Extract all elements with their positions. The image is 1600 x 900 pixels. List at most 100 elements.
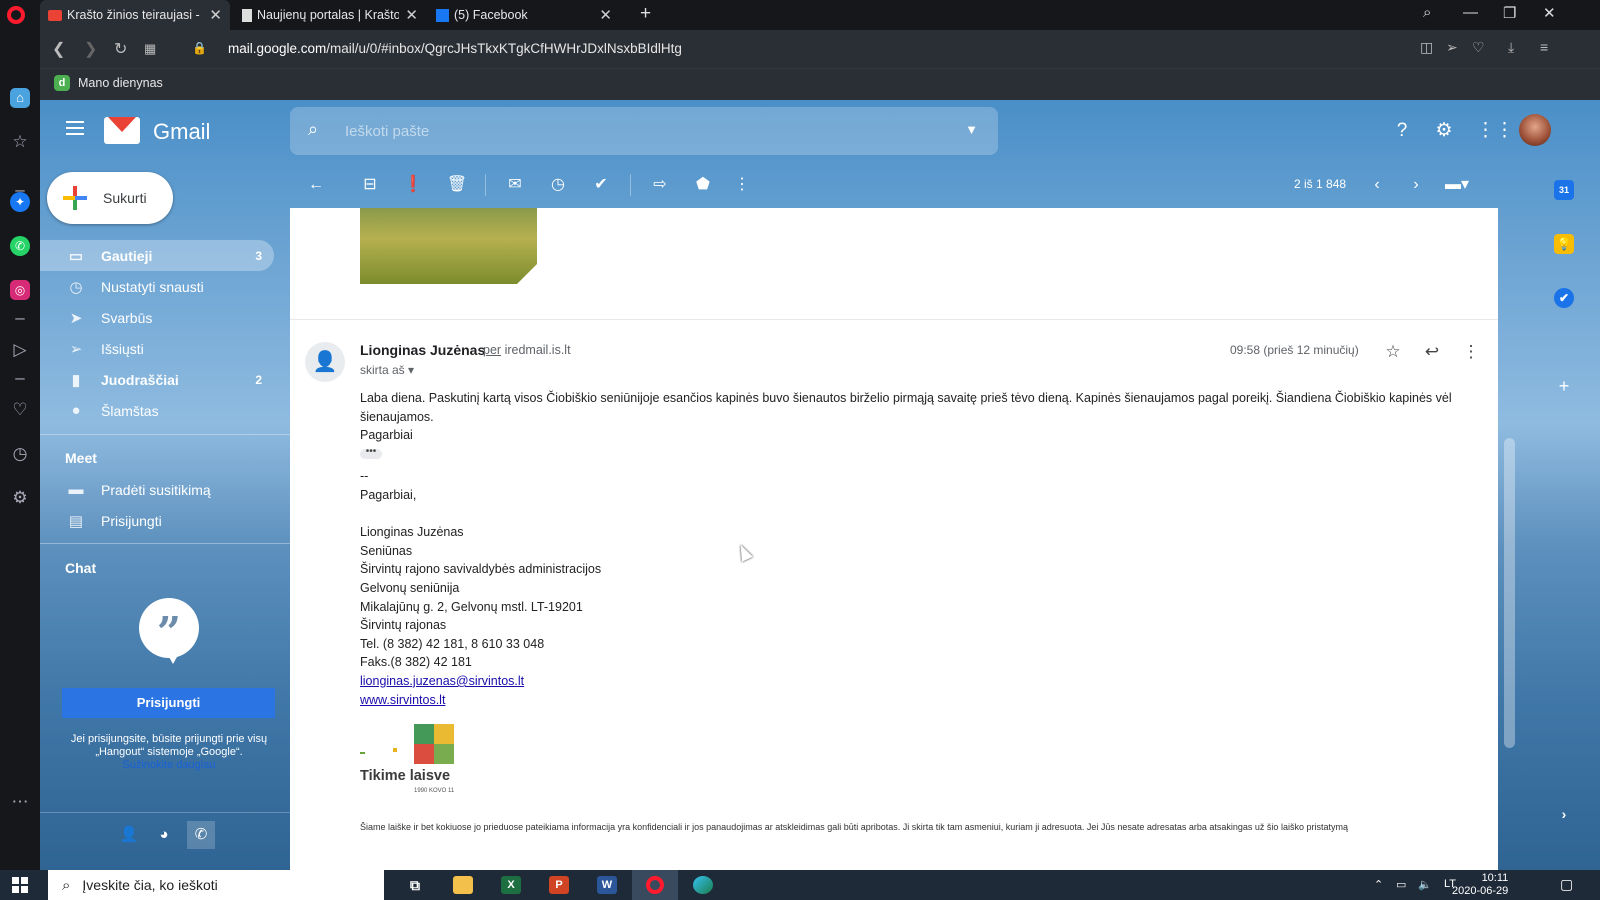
- bookmark-mano-dienynas[interactable]: Mano dienynas: [78, 76, 163, 90]
- windows-start-icon[interactable]: [12, 877, 28, 893]
- search-input[interactable]: [345, 119, 905, 143]
- main-menu-icon[interactable]: [66, 121, 84, 135]
- forward-icon[interactable]: ❯: [84, 39, 97, 59]
- phone-icon[interactable]: ✆: [187, 821, 215, 849]
- excel-icon[interactable]: X: [488, 870, 534, 900]
- nav-inbox[interactable]: ▭ Gautieji 3: [40, 240, 274, 271]
- nav-spam[interactable]: ● Šlamštas: [40, 395, 274, 426]
- mark-unread-icon[interactable]: ✉: [504, 174, 526, 196]
- more-actions-icon[interactable]: ⋮: [731, 174, 753, 196]
- recipient-details[interactable]: skirta aš ▾: [360, 363, 414, 377]
- apps-grid-icon[interactable]: ⋮⋮⋮: [1476, 119, 1533, 143]
- new-tab-icon[interactable]: +: [640, 3, 651, 25]
- help-icon[interactable]: ?: [1390, 119, 1414, 143]
- notification-center-icon[interactable]: ▢: [1560, 876, 1573, 893]
- add-to-tasks-icon[interactable]: ✔: [590, 174, 612, 196]
- edge-icon[interactable]: [680, 870, 726, 900]
- more-icon[interactable]: ⋯: [10, 792, 30, 812]
- flow-icon[interactable]: ▷: [10, 340, 30, 360]
- tab-gmail[interactable]: Krašto žinios teiraujasi - n.t ✕: [40, 0, 230, 30]
- meet-start-meeting[interactable]: ▬ Pradėti susitikimą: [40, 474, 274, 505]
- email-link[interactable]: lionginas.juzenas@sirvintos.lt: [360, 674, 524, 688]
- archive-icon[interactable]: ⊟: [359, 174, 381, 196]
- report-spam-icon[interactable]: ❗: [402, 174, 424, 196]
- close-tab-icon[interactable]: ✕: [209, 6, 222, 24]
- task-view-icon[interactable]: ⧉: [392, 870, 438, 900]
- snooze-icon[interactable]: ◷: [547, 174, 569, 196]
- close-window-icon[interactable]: ✕: [1543, 4, 1556, 22]
- nav-sent[interactable]: ➢ Išsiųsti: [40, 333, 274, 364]
- whatsapp-icon[interactable]: ✆: [10, 236, 30, 256]
- settings-icon[interactable]: ⚙: [10, 488, 30, 508]
- back-to-inbox-icon[interactable]: ←: [305, 174, 327, 196]
- history-icon[interactable]: ◷: [10, 444, 30, 464]
- show-trimmed-content-button[interactable]: •••: [360, 446, 382, 459]
- attachment-image-thumbnail[interactable]: [360, 208, 537, 284]
- opera-taskbar-icon[interactable]: [632, 870, 678, 900]
- show-side-panel-icon[interactable]: ›: [1554, 804, 1574, 824]
- newer-icon[interactable]: ‹: [1366, 174, 1388, 196]
- url-field[interactable]: mail.google.com/mail/u/0/#inbox/QgrcJHsT…: [228, 41, 682, 56]
- network-icon[interactable]: ▭: [1396, 878, 1406, 891]
- move-to-icon[interactable]: ⇨: [649, 174, 671, 196]
- close-tab-icon[interactable]: ✕: [405, 6, 418, 24]
- home-icon[interactable]: ⌂: [10, 88, 30, 108]
- snapshot-icon[interactable]: ◫: [1420, 39, 1433, 56]
- taskbar-clock[interactable]: 10:11 2020-06-29: [1452, 872, 1508, 898]
- word-icon[interactable]: W: [584, 870, 630, 900]
- tab-facebook[interactable]: (5) Facebook ✕: [428, 0, 620, 30]
- label-icon[interactable]: ⬟: [692, 174, 714, 196]
- file-explorer-icon[interactable]: [440, 870, 486, 900]
- message-scrollbar[interactable]: [1500, 208, 1520, 870]
- sender-name[interactable]: Lionginas Juzėnas: [360, 342, 485, 358]
- personal-news-heart-icon[interactable]: ♡: [10, 400, 30, 420]
- contacts-person-icon[interactable]: 👤: [115, 821, 143, 849]
- close-tab-icon[interactable]: ✕: [599, 6, 612, 24]
- compose-button[interactable]: Sukurti: [47, 172, 173, 224]
- calendar-icon[interactable]: 31: [1554, 180, 1574, 200]
- search-box[interactable]: ⌕ ▼: [290, 107, 998, 155]
- opera-logo-icon[interactable]: [7, 6, 25, 24]
- input-tools-icon[interactable]: ▬▾: [1440, 174, 1474, 196]
- hangouts-login-button[interactable]: Prisijungti: [62, 688, 275, 718]
- search-options-icon[interactable]: ▼: [965, 122, 978, 137]
- back-icon[interactable]: ❮: [52, 39, 65, 59]
- taskbar-search-input[interactable]: [82, 877, 363, 893]
- search-icon[interactable]: ⌕: [308, 119, 318, 140]
- instagram-icon[interactable]: ◎: [10, 280, 30, 300]
- meet-join[interactable]: ▤ Prisijungti: [40, 505, 274, 536]
- tab-naujienos[interactable]: Naujienų portalas | Krašto ž ✕: [234, 0, 426, 30]
- volume-icon[interactable]: 🔈: [1418, 878, 1432, 891]
- older-icon[interactable]: ›: [1405, 174, 1427, 196]
- keep-icon[interactable]: 💡: [1554, 234, 1574, 254]
- nav-important[interactable]: ➤ Svarbūs: [40, 302, 274, 333]
- add-addons-icon[interactable]: +: [1554, 376, 1574, 396]
- gmail-logo-icon[interactable]: [104, 117, 140, 144]
- settings-gear-icon[interactable]: ⚙: [1432, 119, 1456, 143]
- download-icon[interactable]: ⤓: [1508, 39, 1514, 56]
- tabs-grid-icon[interactable]: ▦: [144, 41, 156, 57]
- details-dropdown-icon[interactable]: ▾: [408, 363, 414, 377]
- messenger-icon[interactable]: ✦: [10, 192, 30, 212]
- reload-icon[interactable]: ↻: [114, 39, 127, 59]
- powerpoint-icon[interactable]: P: [536, 870, 582, 900]
- tasks-icon[interactable]: ✔: [1554, 288, 1574, 308]
- hangouts-icon[interactable]: ◕: [150, 821, 178, 849]
- easy-setup-icon[interactable]: ≡: [1540, 39, 1548, 55]
- learn-more-link[interactable]: Sužinokite daugiau: [123, 759, 216, 771]
- scrollbar-thumb[interactable]: [1504, 438, 1515, 748]
- message-more-icon[interactable]: ⋮: [1459, 340, 1483, 364]
- account-avatar[interactable]: [1519, 114, 1551, 146]
- website-link[interactable]: www.sirvintos.lt: [360, 693, 445, 707]
- taskbar-search[interactable]: ⌕: [48, 870, 384, 900]
- minimize-icon[interactable]: —: [1463, 4, 1478, 21]
- nav-drafts[interactable]: ▮ Juodraščiai 2: [40, 364, 274, 395]
- show-hidden-icons-icon[interactable]: ⌃: [1374, 878, 1383, 891]
- restore-icon[interactable]: ❐: [1503, 4, 1516, 22]
- heart-icon[interactable]: ♡: [1472, 39, 1485, 56]
- star-icon[interactable]: ☆: [1381, 340, 1405, 364]
- search-tabs-icon[interactable]: ⌕: [1423, 4, 1431, 21]
- bookmark-star-icon[interactable]: ☆: [10, 132, 30, 152]
- nav-snoozed[interactable]: ◷ Nustatyti snausti: [40, 271, 274, 302]
- send-to-icon[interactable]: ➢: [1446, 39, 1458, 56]
